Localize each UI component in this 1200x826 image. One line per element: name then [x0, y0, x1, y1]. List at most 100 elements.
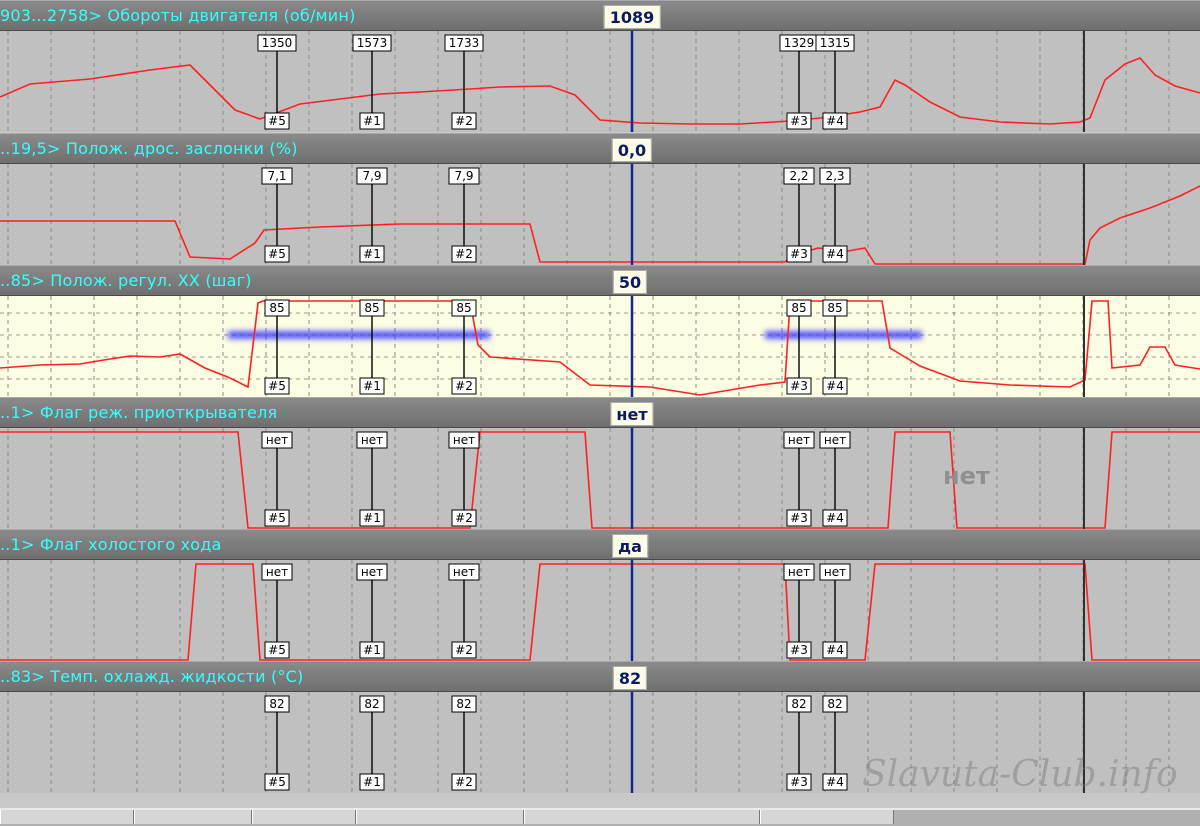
marker-1[interactable]: 82 #1 [359, 695, 385, 791]
marker-value: 82 [364, 697, 379, 711]
plot-area[interactable]: нет #5 нет #1 нет #2 нет #3 нет #4 [0, 560, 1200, 661]
bottom-tab-3[interactable] [252, 810, 356, 824]
marker-id: #4 [826, 379, 844, 393]
marker-id: #5 [268, 379, 286, 393]
marker-value: 7,1 [267, 169, 286, 183]
bottom-tab-1[interactable] [0, 810, 134, 824]
cursor-value: да [612, 534, 648, 558]
marker-id: #5 [268, 643, 286, 657]
highlight-band [228, 331, 490, 339]
bottom-tab-4[interactable] [356, 810, 524, 824]
panel-header[interactable]: ..19,5> Полож. дрос. заслонки (%) 0,0 [0, 133, 1200, 164]
marker-2[interactable]: 7,9 #2 [448, 167, 480, 263]
plot-area[interactable]: нет #5 нет #1 нет #2 нет #3 нет #4 [0, 428, 1200, 529]
panel-idle_valve: ..85> Полож. регул. XX (шаг) 50 85 #5 85 #1 85… [0, 265, 1200, 397]
marker-id: #4 [826, 114, 844, 128]
marker-value: 1315 [820, 36, 851, 50]
marker-value: нет [266, 565, 288, 579]
channel-label: ..85> Полож. регул. XX (шаг) [0, 271, 252, 290]
channel-label: ..1> Флаг реж. приоткрывателя [0, 403, 278, 422]
marker-value: нет [453, 565, 475, 579]
marker-5[interactable]: 1350 #5 [257, 34, 297, 130]
marker-value: 85 [791, 301, 806, 315]
marker-5[interactable]: 82 #5 [264, 695, 290, 791]
marker-value: 82 [269, 697, 284, 711]
marker-3[interactable]: 85 #3 [786, 299, 812, 395]
marker-id: #2 [455, 643, 473, 657]
marker-1[interactable]: 85 #1 [359, 299, 385, 395]
plot-area[interactable]: 7,1 #5 7,9 #1 7,9 #2 2,2 #3 2,3 #4 [0, 164, 1200, 265]
marker-id: #5 [268, 775, 286, 789]
marker-id: #1 [363, 379, 381, 393]
cursor-value: 82 [612, 666, 648, 690]
marker-id: #1 [363, 114, 381, 128]
marker-1[interactable]: 1573 #1 [352, 34, 392, 130]
marker-3[interactable]: нет #3 [783, 431, 815, 527]
plot-area[interactable]: 85 #5 85 #1 85 #2 85 #3 85 #4 [0, 296, 1200, 397]
bottom-tab-2[interactable] [134, 810, 252, 824]
bottom-tab-5[interactable] [524, 810, 760, 824]
marker-4[interactable]: 82 #4 [822, 695, 848, 791]
marker-4[interactable]: 85 #4 [822, 299, 848, 395]
cursor-value: 1089 [603, 5, 661, 29]
marker-3[interactable]: 1329 #3 [779, 34, 819, 130]
marker-value: 2,2 [789, 169, 808, 183]
marker-value: 85 [827, 301, 842, 315]
cursor-value: 0,0 [611, 138, 653, 162]
marker-3[interactable]: 82 #3 [786, 695, 812, 791]
marker-value: нет [266, 433, 288, 447]
marker-1[interactable]: 7,9 #1 [356, 167, 388, 263]
marker-value: 85 [269, 301, 284, 315]
marker-1[interactable]: нет #1 [356, 431, 388, 527]
marker-value: нет [453, 433, 475, 447]
marker-2[interactable]: нет #2 [448, 563, 480, 659]
marker-value: 82 [456, 697, 471, 711]
marker-value: 85 [364, 301, 379, 315]
marker-value: 85 [456, 301, 471, 315]
marker-value: 1733 [449, 36, 480, 50]
marker-3[interactable]: нет #3 [783, 563, 815, 659]
marker-value: 7,9 [362, 169, 381, 183]
marker-value: 1350 [262, 36, 293, 50]
marker-value: 7,9 [454, 169, 473, 183]
panel-header[interactable]: ..83> Темп. охлажд. жидкости (°С) 82 [0, 661, 1200, 692]
marker-value: 82 [791, 697, 806, 711]
marker-id: #1 [363, 247, 381, 261]
panel-header[interactable]: ..1> Флаг реж. приоткрывателя нет [0, 397, 1200, 428]
plot-area[interactable]: 1350 #5 1573 #1 1733 #2 1329 #3 1315 #4 [0, 31, 1200, 132]
plot-svg: 85 #5 85 #1 85 #2 85 #3 85 #4 [0, 296, 1200, 397]
marker-value: 82 [827, 697, 842, 711]
panel-header[interactable]: ..85> Полож. регул. XX (шаг) 50 [0, 265, 1200, 296]
watermark: Slavuta-Club.info [862, 754, 1178, 795]
marker-3[interactable]: 2,2 #3 [783, 167, 815, 263]
channel-label: ..83> Темп. охлажд. жидкости (°С) [0, 667, 304, 686]
marker-id: #3 [790, 511, 808, 525]
marker-id: #3 [790, 643, 808, 657]
marker-2[interactable]: 85 #2 [451, 299, 477, 395]
marker-id: #1 [363, 775, 381, 789]
panel-header[interactable]: 903...2758> Обороты двигателя (об/мин) 10… [0, 0, 1200, 31]
marker-id: #3 [790, 379, 808, 393]
channel-label: ..19,5> Полож. дрос. заслонки (%) [0, 139, 298, 158]
marker-value: нет [788, 565, 810, 579]
marker-id: #2 [455, 379, 473, 393]
plot-svg: нет #5 нет #1 нет #2 нет #3 нет #4 [0, 428, 1200, 529]
plot-svg: 7,1 #5 7,9 #1 7,9 #2 2,2 #3 2,3 #4 [0, 164, 1200, 265]
marker-value: 1329 [784, 36, 815, 50]
marker-value: нет [824, 433, 846, 447]
marker-id: #2 [455, 114, 473, 128]
bottom-tab-6[interactable] [760, 810, 894, 824]
marker-id: #5 [268, 247, 286, 261]
marker-1[interactable]: нет #1 [356, 563, 388, 659]
marker-id: #3 [790, 247, 808, 261]
marker-id: #5 [268, 114, 286, 128]
marker-2[interactable]: 82 #2 [451, 695, 477, 791]
panel-idle_flag: ..1> Флаг холостого хода да нет #5 нет #1 нет #… [0, 529, 1200, 661]
marker-value: нет [361, 433, 383, 447]
marker-2[interactable]: 1733 #2 [444, 34, 484, 130]
panel-header[interactable]: ..1> Флаг холостого хода да [0, 529, 1200, 560]
marker-id: #4 [826, 511, 844, 525]
marker-4[interactable]: 1315 #4 [815, 34, 855, 130]
marker-5[interactable]: 85 #5 [264, 299, 290, 395]
marker-id: #3 [790, 114, 808, 128]
